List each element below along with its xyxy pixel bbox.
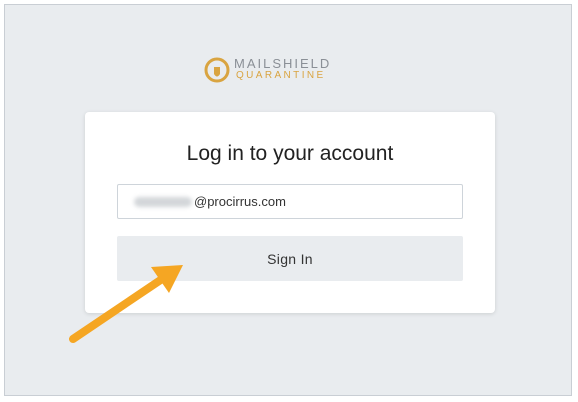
screenshot-frame: MAILSHIELD QUARANTINE Log in to your acc… [4, 4, 572, 396]
email-field[interactable]: @procirrus.com [117, 184, 463, 219]
logo-subtitle: QUARANTINE [236, 70, 326, 81]
blurred-username [134, 197, 192, 207]
login-title: Log in to your account [186, 142, 394, 165]
mailshield-logo: MAILSHIELD QUARANTINE [204, 53, 354, 87]
email-value: @procirrus.com [194, 194, 286, 209]
shield-logo-icon [204, 57, 230, 83]
logo-title: MAILSHIELD [234, 56, 332, 71]
arrow-pointer-icon [69, 265, 183, 343]
